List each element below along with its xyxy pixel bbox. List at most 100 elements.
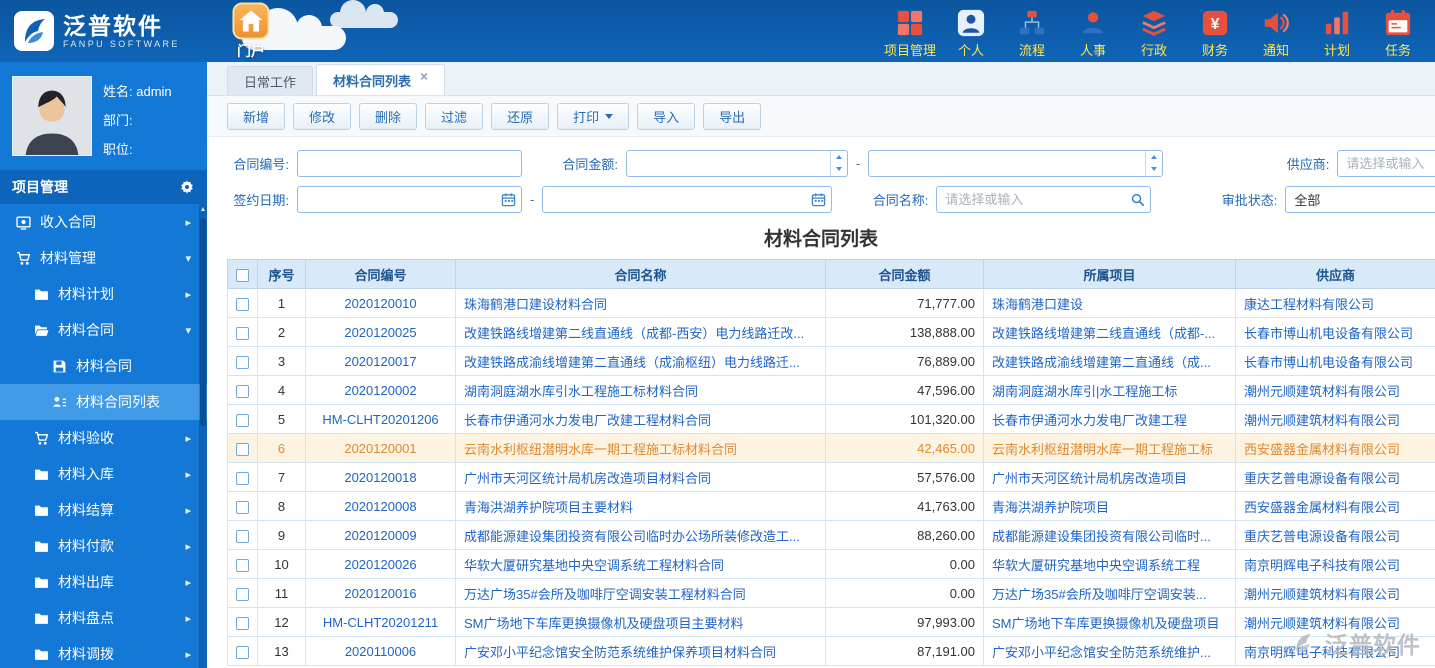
topnav-plan[interactable]: 计划	[1308, 4, 1366, 59]
sidebar-scrollbar[interactable]: ▲	[199, 204, 207, 668]
table-row[interactable]: 5 HM-CLHT20201206 长春市伊通河水力发电厂改建工程材料合同 101,3…	[227, 404, 1435, 434]
topnav-task[interactable]: 任务	[1369, 4, 1427, 59]
sidebar-item-5[interactable]: 材料合同列表	[0, 384, 207, 420]
contract-code-link[interactable]: 2020120001	[344, 441, 416, 456]
toolbar-export-button[interactable]: 导出	[703, 102, 762, 130]
supplier-link[interactable]: 潮州元顺建筑材料有限公司	[1244, 413, 1400, 428]
contract-code-link[interactable]: 2020110006	[345, 644, 416, 659]
sidebar-item-2[interactable]: 材料计划 ▸	[0, 276, 207, 312]
row-checkbox[interactable]	[236, 645, 249, 659]
select-all-checkbox[interactable]	[236, 268, 249, 282]
contract-code-link[interactable]: 2020120016	[344, 586, 416, 601]
contract-code-link[interactable]: 2020120002	[344, 383, 416, 398]
column-header[interactable]: 所属项目	[983, 259, 1236, 289]
supplier-link[interactable]: 南京明辉电子科技有限公司	[1244, 645, 1400, 660]
contract-code-link[interactable]: HM-CLHT20201206	[322, 412, 438, 427]
column-header[interactable]: 供应商	[1235, 259, 1435, 289]
toolbar-import-button[interactable]: 导入	[637, 102, 696, 130]
sidebar-item-6[interactable]: 材料验收 ▸	[0, 420, 207, 456]
table-row[interactable]: 8 2020120008 青海洪湖养护院项目主要材料 41,763.00 青海洪湖养护院…	[227, 491, 1435, 521]
row-checkbox[interactable]	[236, 413, 249, 427]
toolbar-edit-button[interactable]: 修改	[293, 102, 352, 130]
supplier-link[interactable]: 南京明辉电子科技有限公司	[1244, 558, 1400, 573]
supplier-link[interactable]: 潮州元顺建筑材料有限公司	[1244, 384, 1400, 399]
contract-name-link[interactable]: 青海洪湖养护院项目主要材料	[464, 500, 633, 515]
sidebar-item-12[interactable]: 材料调拨 ▸	[0, 636, 207, 668]
toolbar-restore-button[interactable]: 还原	[491, 102, 550, 130]
contract-name-link[interactable]: 华软大厦研究基地中央空调系统工程材料合同	[464, 558, 724, 573]
supplier-link[interactable]: 重庆艺普电源设备有限公司	[1244, 471, 1400, 486]
row-checkbox[interactable]	[236, 355, 249, 369]
close-icon[interactable]: ×	[420, 69, 428, 83]
supplier-link[interactable]: 西安盛器金属材料有限公司	[1244, 500, 1400, 515]
sidebar-item-11[interactable]: 材料盘点 ▸	[0, 600, 207, 636]
contract-name-link[interactable]: 湖南洞庭湖水库引水工程施工标材料合同	[464, 384, 698, 399]
project-link[interactable]: 改建铁路成渝线增建第二直通线（成...	[992, 355, 1211, 370]
table-row[interactable]: 11 2020120016 万达广场35#会所及咖啡厅空调安装工程材料合同 0.00 万…	[227, 578, 1435, 608]
supplier-link[interactable]: 长春市博山机电设备有限公司	[1244, 355, 1413, 370]
contract-code-link[interactable]: 2020120025	[344, 325, 416, 340]
sidebar-item-8[interactable]: 材料结算 ▸	[0, 492, 207, 528]
column-header[interactable]: 合同名称	[455, 259, 826, 289]
row-checkbox[interactable]	[236, 326, 249, 340]
table-row[interactable]: 4 2020120002 湖南洞庭湖水库引水工程施工标材料合同 47,596.00 湖南…	[227, 375, 1435, 405]
project-link[interactable]: 广安邓小平纪念馆安全防范系统维护...	[992, 645, 1211, 660]
topnav-workflow[interactable]: 流程	[1003, 4, 1061, 59]
portal-button[interactable]: 门户	[232, 1, 270, 61]
contract-name-link[interactable]: 万达广场35#会所及咖啡厅空调安装工程材料合同	[464, 587, 746, 602]
table-row[interactable]: 7 2020120018 广州市天河区统计局机房改造项目材料合同 57,576.00 广…	[227, 462, 1435, 492]
contract-name-link[interactable]: 珠海鹤港口建设材料合同	[464, 297, 607, 312]
table-row[interactable]: 9 2020120009 成都能源建设集团投资有限公司临时办公场所装修改造工... 8…	[227, 520, 1435, 550]
scroll-up-icon[interactable]: ▲	[199, 204, 207, 216]
project-link[interactable]: 珠海鹤港口建设	[992, 297, 1083, 312]
contract-code-link[interactable]: 2020120009	[344, 528, 416, 543]
calendar-icon[interactable]	[501, 192, 516, 207]
toolbar-add-button[interactable]: 新增	[227, 102, 286, 130]
spinner-icon[interactable]	[830, 150, 847, 176]
supplier-link[interactable]: 西安盛器金属材料有限公司	[1244, 442, 1400, 457]
toolbar-delete-button[interactable]: 删除	[359, 102, 418, 130]
scrollbar-thumb[interactable]	[200, 218, 206, 426]
toolbar-print-button[interactable]: 打印	[557, 102, 630, 130]
spinner-icon[interactable]	[1145, 150, 1162, 176]
contract-code-link[interactable]: 2020120018	[344, 470, 416, 485]
contract-name-link[interactable]: 云南水利枢纽潜明水库一期工程施工标材料合同	[464, 442, 737, 457]
contract-name-link[interactable]: 广安邓小平纪念馆安全防范系统维护保养项目材料合同	[464, 645, 776, 660]
contract-name-link[interactable]: 成都能源建设集团投资有限公司临时办公场所装修改造工...	[464, 529, 800, 544]
supplier-link[interactable]: 长春市博山机电设备有限公司	[1244, 326, 1413, 341]
sidebar-item-7[interactable]: 材料入库 ▸	[0, 456, 207, 492]
row-checkbox[interactable]	[236, 297, 249, 311]
supplier-link[interactable]: 潮州元顺建筑材料有限公司	[1244, 616, 1400, 631]
supplier-link[interactable]: 重庆艺普电源设备有限公司	[1244, 529, 1400, 544]
contract-name-link[interactable]: 改建铁路成渝线增建第二直通线（成渝枢纽）电力线路迁...	[464, 355, 800, 370]
topnav-finance[interactable]: ¥ 财务	[1186, 4, 1244, 59]
project-link[interactable]: 青海洪湖养护院项目	[992, 500, 1109, 515]
row-checkbox[interactable]	[236, 384, 249, 398]
contract-name-input[interactable]	[936, 185, 1152, 213]
supplier-input[interactable]	[1337, 149, 1435, 177]
contract-name-link[interactable]: 改建铁路线增建第二线直通线（成都-西安）电力线路迁改...	[464, 326, 804, 341]
project-link[interactable]: 改建铁路线增建第二线直通线（成都-...	[992, 326, 1215, 341]
row-checkbox[interactable]	[236, 471, 249, 485]
project-link[interactable]: 成都能源建设集团投资有限公司临时...	[992, 529, 1211, 544]
sign-date-start-input[interactable]	[297, 185, 522, 213]
contract-name-link[interactable]: SM广场地下车库更换摄像机及硬盘项目主要材料	[464, 616, 744, 631]
project-link[interactable]: 湖南洞庭湖水库引|水工程施工标	[992, 384, 1177, 399]
project-link[interactable]: 云南水利枢纽潜明水库一期工程施工标	[992, 442, 1213, 457]
tab-material-contract-list[interactable]: 材料合同列表 ×	[316, 64, 446, 95]
calendar-icon[interactable]	[811, 192, 826, 207]
contract-name-link[interactable]: 长春市伊通河水力发电厂改建工程材料合同	[464, 413, 711, 428]
sidebar-item-0[interactable]: 收入合同 ▸	[0, 204, 207, 240]
contract-no-input[interactable]	[297, 149, 522, 177]
row-checkbox[interactable]	[236, 529, 249, 543]
sidebar-item-9[interactable]: 材料付款 ▸	[0, 528, 207, 564]
column-header[interactable]: 合同编号	[305, 259, 456, 289]
contract-code-link[interactable]: 2020120010	[344, 296, 416, 311]
topnav-notification[interactable]: 通知	[1247, 4, 1305, 59]
sidebar-item-10[interactable]: 材料出库 ▸	[0, 564, 207, 600]
project-link[interactable]: 万达广场35#会所及咖啡厅空调安装...	[992, 587, 1207, 602]
tab-daily-work[interactable]: 日常工作	[227, 66, 314, 95]
table-row[interactable]: 13 2020110006 广安邓小平纪念馆安全防范系统维护保养项目材料合同 87,1…	[227, 636, 1435, 666]
project-link[interactable]: 广州市天河区统计局机房改造项目	[992, 471, 1187, 486]
topnav-hr[interactable]: 人事	[1064, 4, 1122, 59]
